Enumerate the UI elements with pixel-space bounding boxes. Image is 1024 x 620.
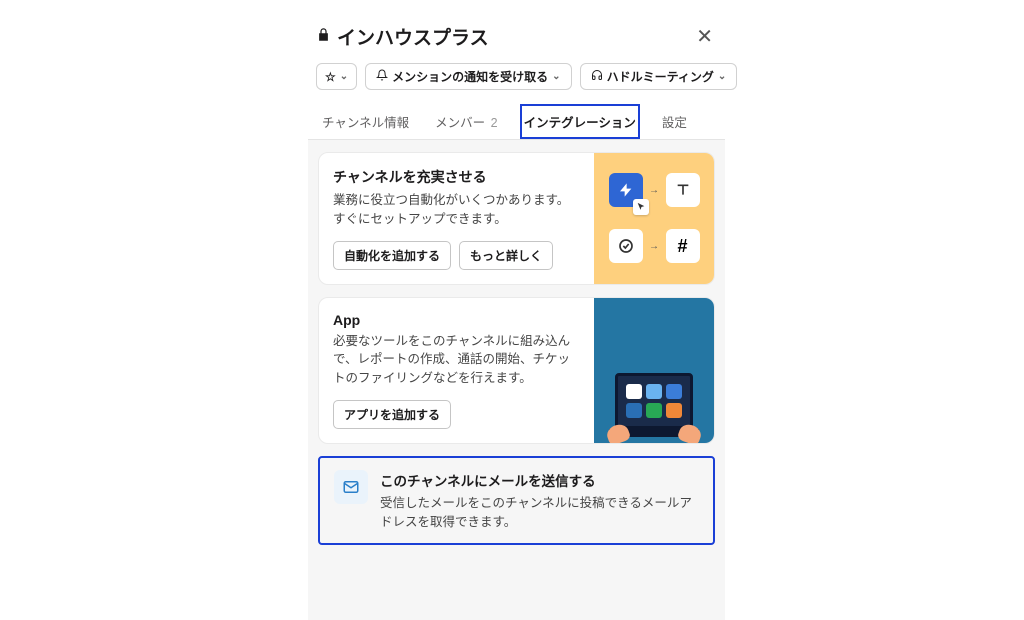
panel-header: インハウスプラス ✕ [308, 20, 725, 53]
email-content: このチャンネルにメールを送信する 受信したメールをこのチャンネルに投稿できるメー… [380, 470, 699, 532]
notification-button[interactable]: メンションの通知を受け取る ⌄ [365, 63, 571, 90]
lock-icon [316, 27, 331, 47]
email-title: このチャンネルにメールを送信する [380, 470, 699, 490]
check-icon [609, 229, 643, 263]
close-icon: ✕ [696, 26, 713, 48]
star-button[interactable]: ☆ ⌄ [316, 63, 357, 90]
channel-title: インハウスプラス [316, 23, 489, 50]
learn-more-button[interactable]: もっと詳しく [459, 241, 553, 270]
add-app-button[interactable]: アプリを追加する [333, 400, 451, 429]
tab-channel-info[interactable]: チャンネル情報 [318, 104, 413, 139]
add-automation-button[interactable]: 自動化を追加する [333, 241, 451, 270]
app-title: App [333, 312, 580, 328]
email-desc: 受信したメールをこのチャンネルに投稿できるメールアドレスを取得できます。 [380, 494, 699, 532]
content-area: チャンネルを充実させる 業務に役立つ自動化がいくつかあります。すぐにセットアップ… [308, 140, 725, 620]
email-card[interactable]: このチャンネルにメールを送信する 受信したメールをこのチャンネルに投稿できるメー… [318, 456, 715, 546]
app-actions: アプリを追加する [333, 400, 580, 429]
automation-body: チャンネルを充実させる 業務に役立つ自動化がいくつかあります。すぐにセットアップ… [319, 153, 594, 284]
cursor-icon [633, 199, 649, 215]
tab-integration[interactable]: インテグレーション [520, 104, 640, 139]
hash-icon: # [666, 229, 700, 263]
channel-settings-panel: インハウスプラス ✕ ☆ ⌄ メンションの通知を受け取る ⌄ ハドルミーティング… [308, 20, 725, 620]
star-icon: ☆ [325, 70, 336, 84]
laptop-illustration [609, 373, 699, 443]
bell-icon [376, 69, 388, 84]
member-count: 2 [491, 116, 498, 130]
toolbar: ☆ ⌄ メンションの通知を受け取る ⌄ ハドルミーティング ⌄ [308, 53, 725, 98]
app-graphic [594, 298, 714, 443]
chevron-down-icon: ⌄ [552, 71, 560, 82]
app-card: App 必要なツールをこのチャンネルに組み込んで、レポートの作成、通話の開始、チ… [318, 297, 715, 444]
automation-graphic: → → # [594, 153, 714, 284]
tab-members[interactable]: メンバー 2 [431, 104, 501, 139]
automation-actions: 自動化を追加する もっと詳しく [333, 241, 580, 270]
huddle-button[interactable]: ハドルミーティング ⌄ [580, 63, 738, 90]
lightning-icon [609, 173, 643, 207]
chevron-down-icon: ⌄ [340, 71, 348, 82]
channel-name: インハウスプラス [337, 23, 489, 50]
huddle-label: ハドルミーティング [607, 68, 714, 85]
automation-title: チャンネルを充実させる [333, 167, 580, 187]
chevron-down-icon: ⌄ [718, 71, 726, 82]
automation-card: チャンネルを充実させる 業務に役立つ自動化がいくつかあります。すぐにセットアップ… [318, 152, 715, 285]
headphones-icon [591, 69, 603, 84]
app-desc: 必要なツールをこのチャンネルに組み込んで、レポートの作成、通話の開始、チケットの… [333, 332, 580, 388]
close-button[interactable]: ✕ [692, 20, 717, 53]
app-body: App 必要なツールをこのチャンネルに組み込んで、レポートの作成、通話の開始、チ… [319, 298, 594, 443]
arrow-icon: → [649, 185, 659, 196]
email-icon [334, 470, 368, 504]
tab-settings[interactable]: 設定 [658, 104, 691, 139]
notification-label: メンションの通知を受け取る [392, 68, 548, 85]
automation-desc: 業務に役立つ自動化がいくつかあります。すぐにセットアップできます。 [333, 191, 580, 229]
text-icon [666, 173, 700, 207]
tabs: チャンネル情報 メンバー 2 インテグレーション 設定 [308, 98, 725, 140]
arrow-icon: → [649, 241, 659, 252]
